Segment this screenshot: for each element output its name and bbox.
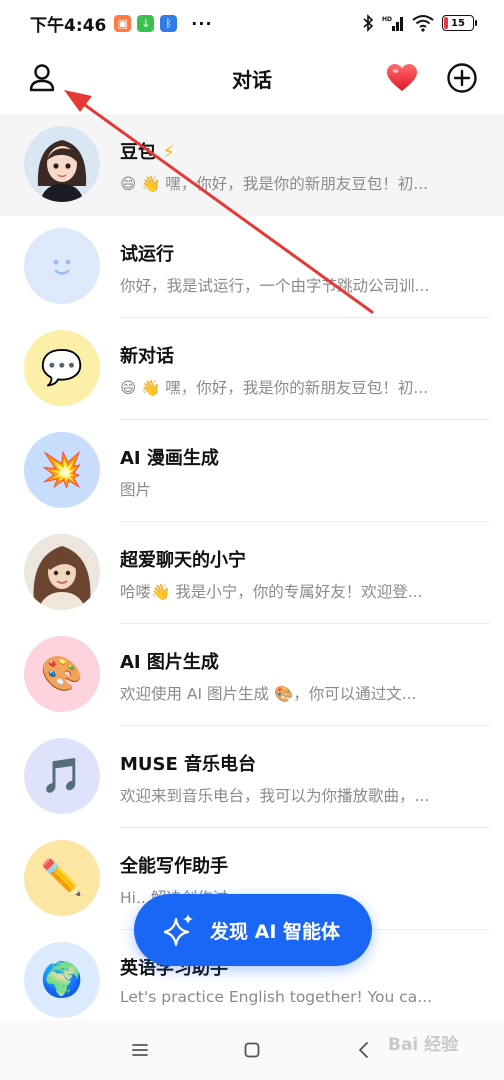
- battery-percent: 15: [451, 17, 465, 29]
- chat-name: 豆包 ⚡: [120, 138, 175, 164]
- chat-item-muse-radio[interactable]: 🎵 MUSE 音乐电台 欢迎来到音乐电台，我可以为你播放歌曲，...: [0, 726, 504, 828]
- chat-preview: 欢迎使用 AI 图片生成 🎨，你可以通过文...: [120, 685, 417, 703]
- chat-list: 豆包 ⚡ 😄 👋 嘿，你好，我是你的新朋友豆包！初... 试运行 你好，我是试运…: [0, 114, 504, 1020]
- back-chevron-icon: [359, 1042, 368, 1058]
- discover-agents-button[interactable]: 发现 AI 智能体: [134, 894, 372, 966]
- chat-preview: 哈喽👋 我是小宁，你的专属好友！欢迎登...: [120, 583, 423, 601]
- back-nav-button[interactable]: [352, 1038, 376, 1062]
- chat-preview: Let's practice English together! You ca.…: [120, 988, 433, 1006]
- pencil-icon: ✏️: [40, 858, 84, 898]
- chat-name: AI 图片生成: [120, 652, 219, 673]
- chat-item-xiaoning[interactable]: 超爱聊天的小宁 哈喽👋 我是小宁，你的专属好友！欢迎登...: [0, 522, 504, 624]
- battery-icon: 15: [442, 15, 477, 31]
- status-time: 下午4:46: [30, 15, 107, 36]
- favorites-button[interactable]: [382, 58, 422, 98]
- chat-name: 全能写作助手: [120, 856, 228, 877]
- music-note-icon: 🎵: [40, 756, 84, 796]
- home-nav-button[interactable]: [240, 1038, 264, 1062]
- signal-icon: HD: [382, 16, 403, 31]
- watermark: Bai 经验: [388, 1035, 459, 1055]
- download-icon: ↓: [137, 14, 155, 32]
- bluetooth-icon: [363, 14, 374, 32]
- chat-name: 新对话: [120, 346, 174, 367]
- avatar-globe: 🌍: [24, 942, 100, 1018]
- chat-name: 超爱聊天的小宁: [120, 550, 246, 571]
- palette-icon: 🎨: [40, 654, 84, 694]
- notification-icons: ▣ ↓ ᛒ: [114, 14, 178, 32]
- more-notifications-icon: ···: [191, 13, 213, 33]
- heart-icon: [387, 64, 417, 91]
- avatar-pencil: ✏️: [24, 840, 100, 916]
- home-square-icon: [244, 1042, 260, 1058]
- chat-name-text: 豆包: [120, 142, 156, 163]
- plus-circle-icon: [447, 63, 477, 93]
- chat-preview: 你好，我是试运行，一个由字节跳动公司训...: [120, 277, 430, 295]
- collision-icon: 💥: [40, 450, 84, 490]
- girl-portrait-icon: [24, 126, 100, 202]
- discover-agents-label: 发现 AI 智能体: [210, 920, 341, 943]
- status-bar: 下午4:46 ▣ ↓ ᛒ ··· HD 15: [0, 0, 504, 46]
- new-chat-button[interactable]: [442, 58, 482, 98]
- top-app-bar: 对话: [0, 46, 504, 112]
- bluetooth-app-icon: ᛒ: [160, 14, 178, 32]
- svg-text:HD: HD: [382, 16, 392, 23]
- avatar-speech-bubble: 💬: [24, 330, 100, 406]
- chat-name: AI 漫画生成: [120, 448, 219, 469]
- chat-preview: 😄 👋 嘿，你好，我是你的新朋友豆包！初...: [120, 175, 429, 193]
- chat-item-ai-comic[interactable]: 💥 AI 漫画生成 图片: [0, 420, 504, 522]
- woman-portrait-icon: [24, 534, 100, 610]
- lightning-icon: ⚡: [162, 142, 175, 163]
- chat-name: MUSE 音乐电台: [120, 754, 257, 775]
- chat-item-new-chat[interactable]: 💬 新对话 😄 👋 嘿，你好，我是你的新朋友豆包！初...: [0, 318, 504, 420]
- notification-app-icon: ▣: [114, 14, 132, 32]
- chat-name: 试运行: [120, 244, 174, 265]
- smiley-face-icon: [53, 259, 71, 275]
- menu-nav-button[interactable]: [128, 1038, 152, 1062]
- globe-icon: 🌍: [40, 960, 84, 1000]
- chat-preview: 欢迎来到音乐电台，我可以为你播放歌曲，...: [120, 787, 430, 805]
- speech-bubble-icon: 💬: [40, 348, 84, 388]
- avatar-music-note: 🎵: [24, 738, 100, 814]
- system-indicators: HD 15: [362, 14, 477, 32]
- wifi-icon: [412, 15, 434, 32]
- chat-preview: 😄 👋 嘿，你好，我是你的新朋友豆包！初...: [120, 379, 429, 397]
- chat-item-trial-run[interactable]: 试运行 你好，我是试运行，一个由字节跳动公司训...: [0, 216, 504, 318]
- menu-icon: [132, 1044, 148, 1056]
- chat-preview: 图片: [120, 481, 152, 499]
- page-title: 对话: [232, 68, 272, 92]
- avatar-collision: 💥: [24, 432, 100, 508]
- avatar-smiley: [24, 228, 100, 304]
- battery-level: [444, 17, 448, 29]
- chat-item-doubao[interactable]: 豆包 ⚡ 😄 👋 嘿，你好，我是你的新朋友豆包！初...: [0, 114, 504, 216]
- avatar-girl-portrait: [24, 126, 100, 202]
- chat-item-ai-image[interactable]: 🎨 AI 图片生成 欢迎使用 AI 图片生成 🎨，你可以通过文...: [0, 624, 504, 726]
- sparkle-icon: [164, 914, 193, 947]
- avatar-palette: 🎨: [24, 636, 100, 712]
- avatar-woman-portrait: [24, 534, 100, 610]
